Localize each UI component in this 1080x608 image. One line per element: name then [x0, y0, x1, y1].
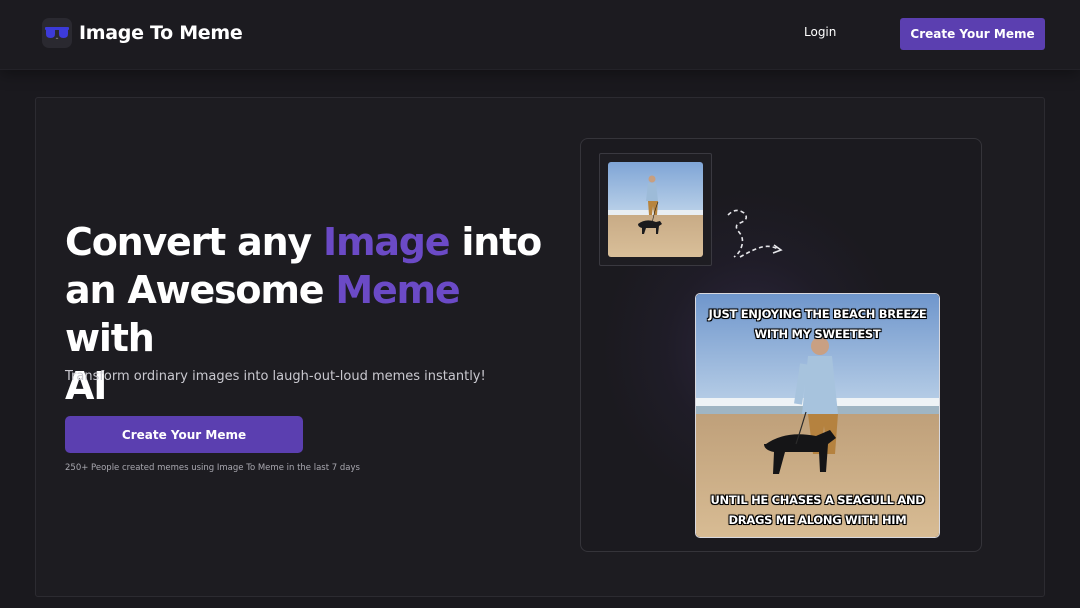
headline-text: an Awesome — [65, 268, 336, 312]
headline-accent-image: Image — [323, 220, 451, 264]
headline-text: Convert any — [65, 220, 324, 264]
brand-logo[interactable]: Image To Meme — [42, 18, 243, 48]
brand-name: Image To Meme — [79, 22, 243, 44]
sunglasses-icon — [42, 18, 72, 48]
headline-text: into — [449, 220, 542, 264]
top-nav: Image To Meme Login Create Your Meme — [0, 0, 1080, 70]
demo-panel: JUST ENJOYING THE BEACH BREEZE WITH MY S… — [580, 138, 982, 552]
meme-preview: JUST ENJOYING THE BEACH BREEZE WITH MY S… — [695, 293, 940, 538]
meme-bottom-caption: UNTIL HE CHASES A SEAGULL AND DRAGS ME A… — [710, 493, 925, 527]
source-image-frame — [599, 153, 712, 266]
social-proof-text: 250+ People created memes using Image To… — [65, 463, 360, 473]
source-photo — [608, 162, 703, 257]
header-create-meme-button[interactable]: Create Your Meme — [900, 18, 1045, 50]
login-link[interactable]: Login — [804, 25, 836, 39]
headline-text: with — [65, 316, 155, 360]
dashed-curly-arrow-icon — [727, 209, 783, 258]
hero-create-meme-button[interactable]: Create Your Meme — [65, 416, 303, 453]
headline-accent-meme: Meme — [335, 268, 460, 312]
meme-top-caption: JUST ENJOYING THE BEACH BREEZE WITH MY S… — [708, 307, 927, 341]
hero-section: Convert any Image into an Awesome Meme w… — [35, 97, 1045, 597]
hero-subtitle: Transform ordinary images into laugh-out… — [65, 369, 486, 384]
